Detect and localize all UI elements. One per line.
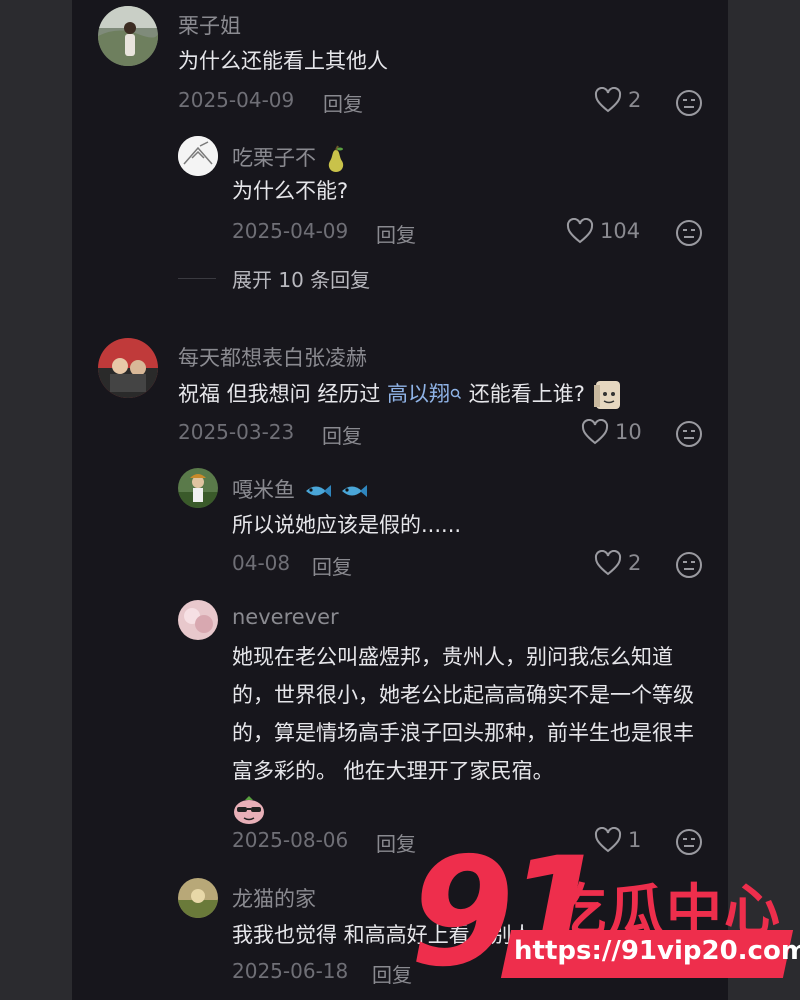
avatar[interactable] (98, 338, 158, 398)
emoji-react-icon[interactable] (675, 89, 703, 117)
reply-username[interactable]: neverever (232, 605, 339, 629)
reply-text: 她现在老公叫盛煜邦，贵州人，别问我怎么知道的，世界很小，她老公比起高高确实不是一… (232, 638, 708, 828)
fish-emoji-icon (305, 485, 331, 497)
mention-link[interactable]: 高以翔 (387, 382, 462, 406)
reply-button[interactable]: 回复 (322, 420, 362, 449)
comment-text: 为什么还能看上其他人 (178, 49, 388, 73)
like-count: 104 (600, 219, 641, 243)
divider (178, 278, 216, 279)
avatar[interactable] (98, 6, 158, 66)
comment-username[interactable]: 每天都想表白张凌赫 (178, 342, 367, 372)
reply-text: 为什么不能? (232, 179, 349, 203)
reply-button[interactable]: 回复 (372, 959, 412, 988)
heart-icon (594, 87, 622, 113)
avatar[interactable] (178, 468, 218, 508)
like-count: 10 (615, 420, 642, 444)
pear-emoji-icon (328, 145, 343, 172)
comment-text-after: 还能看上谁? (462, 382, 585, 406)
reply-button[interactable]: 回复 (323, 88, 363, 117)
sticker-emoji-icon (593, 381, 620, 409)
emoji-react-icon[interactable] (675, 219, 703, 247)
reply-button[interactable]: 回复 (376, 219, 416, 248)
watermark-logo: 91 吃瓜中心 https://91vip20.com (410, 838, 800, 998)
heart-icon (581, 419, 609, 445)
comment-text-before: 祝福 但我想问 经历过 (178, 382, 388, 406)
emoji-react-icon[interactable] (675, 551, 703, 579)
reply-username[interactable]: 龙猫的家 (232, 883, 316, 913)
search-icon (450, 388, 462, 400)
heart-icon (594, 550, 622, 576)
avatar[interactable] (178, 600, 218, 640)
reply-username[interactable]: 吃栗子不 (232, 142, 349, 173)
like-button[interactable]: 2 (594, 87, 641, 113)
avatar[interactable] (178, 878, 218, 918)
reply-button[interactable]: 回复 (312, 551, 352, 580)
comment-date: 2025-03-23 (178, 420, 295, 444)
comment-text: 祝福 但我想问 经历过 高以翔 还能看上谁? (178, 375, 624, 413)
comment-username[interactable]: 栗子姐 (178, 10, 241, 40)
like-button[interactable]: 104 (566, 218, 640, 244)
reply-date: 04-08 (232, 551, 291, 575)
reply-text-content: 她现在老公叫盛煜邦，贵州人，别问我怎么知道的，世界很小，她老公比起高高确实不是一… (232, 645, 694, 783)
reply-username[interactable]: 嘎米鱼 (232, 474, 368, 504)
reply-date: 2025-06-18 (232, 959, 349, 983)
avatar[interactable] (178, 136, 218, 176)
reply-date: 2025-08-06 (232, 828, 349, 852)
reply-date: 2025-04-09 (232, 219, 349, 243)
like-count: 2 (628, 88, 642, 112)
like-button[interactable]: 10 (581, 419, 642, 445)
like-count: 2 (628, 551, 642, 575)
expand-replies-button[interactable]: 展开 10 条回复 (178, 264, 370, 293)
comment-date: 2025-04-09 (178, 88, 295, 112)
fish-emoji-icon (342, 485, 368, 497)
emoji-react-icon[interactable] (675, 420, 703, 448)
like-button[interactable]: 2 (594, 550, 641, 576)
expand-replies-label: 展开 10 条回复 (232, 268, 371, 292)
mention-text: 高以翔 (387, 382, 451, 406)
heart-icon (566, 218, 594, 244)
reply-text-content: 我我也觉得 和高高好 (232, 923, 428, 947)
watermark-url: https://91vip20.com (514, 936, 800, 966)
cool-sticker-emoji-icon (234, 796, 264, 824)
reply-text: 所以说她应该是假的...... (232, 513, 462, 537)
